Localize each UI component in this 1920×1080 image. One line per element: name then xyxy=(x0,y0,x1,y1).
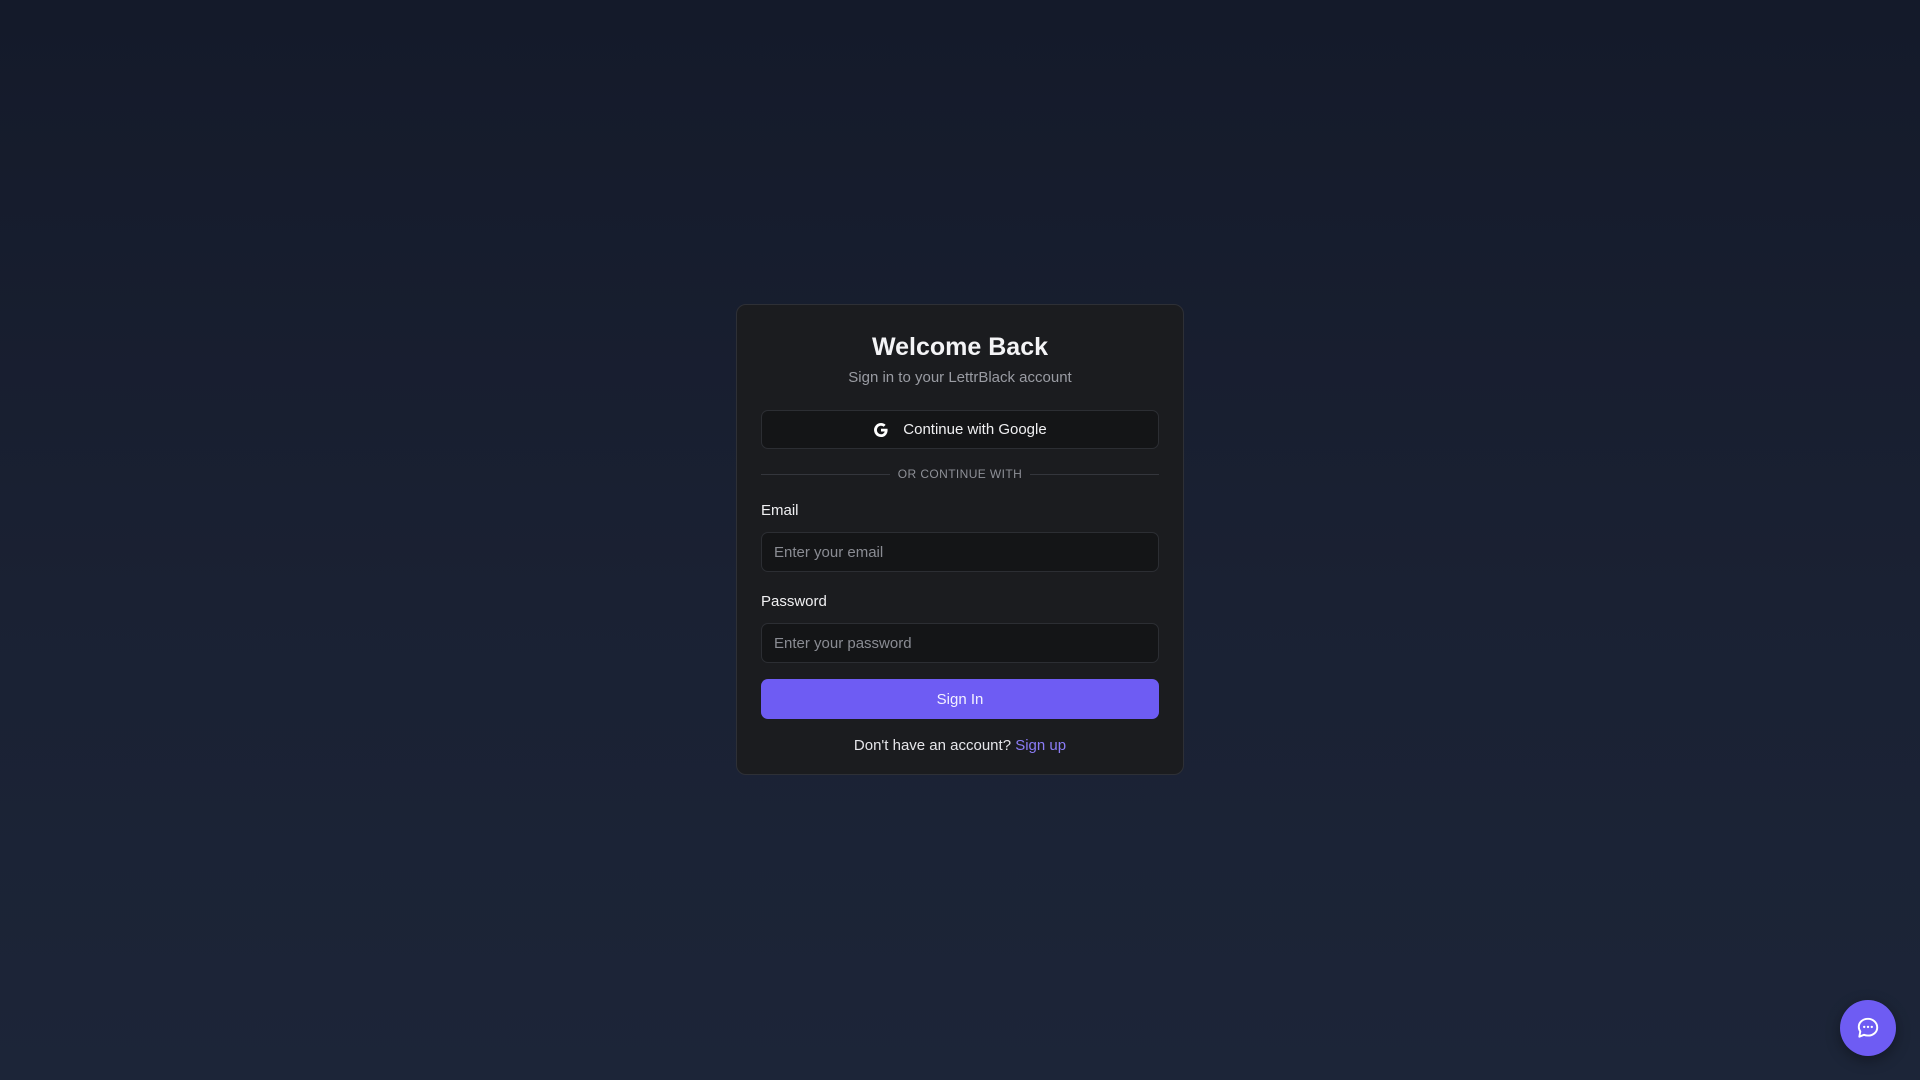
login-card: Welcome Back Sign in to your LettrBlack … xyxy=(736,304,1184,775)
google-icon xyxy=(873,422,889,438)
page-title: Welcome Back xyxy=(871,333,1048,361)
google-signin-button[interactable]: Continue with Google xyxy=(761,410,1159,449)
signup-prompt: Don't have an account? Sign up xyxy=(761,736,1159,756)
signup-link[interactable]: Sign up xyxy=(1015,737,1066,754)
email-field[interactable] xyxy=(761,532,1159,572)
google-button-label: Continue with Google xyxy=(903,421,1047,438)
password-field[interactable] xyxy=(761,623,1159,663)
sign-in-button[interactable]: Sign In xyxy=(761,679,1159,719)
password-label: Password xyxy=(761,593,827,610)
signup-prompt-text: Don't have an account? xyxy=(853,737,1012,754)
divider-text: OR CONTINUE WITH xyxy=(889,467,1031,481)
page-subtitle: Sign in to your LettrBlack account xyxy=(848,369,1072,386)
or-divider: OR CONTINUE WITH xyxy=(761,465,1159,483)
chat-bubble-icon xyxy=(1855,1015,1881,1041)
email-label: Email xyxy=(761,502,799,519)
chat-button[interactable] xyxy=(1840,1000,1896,1056)
